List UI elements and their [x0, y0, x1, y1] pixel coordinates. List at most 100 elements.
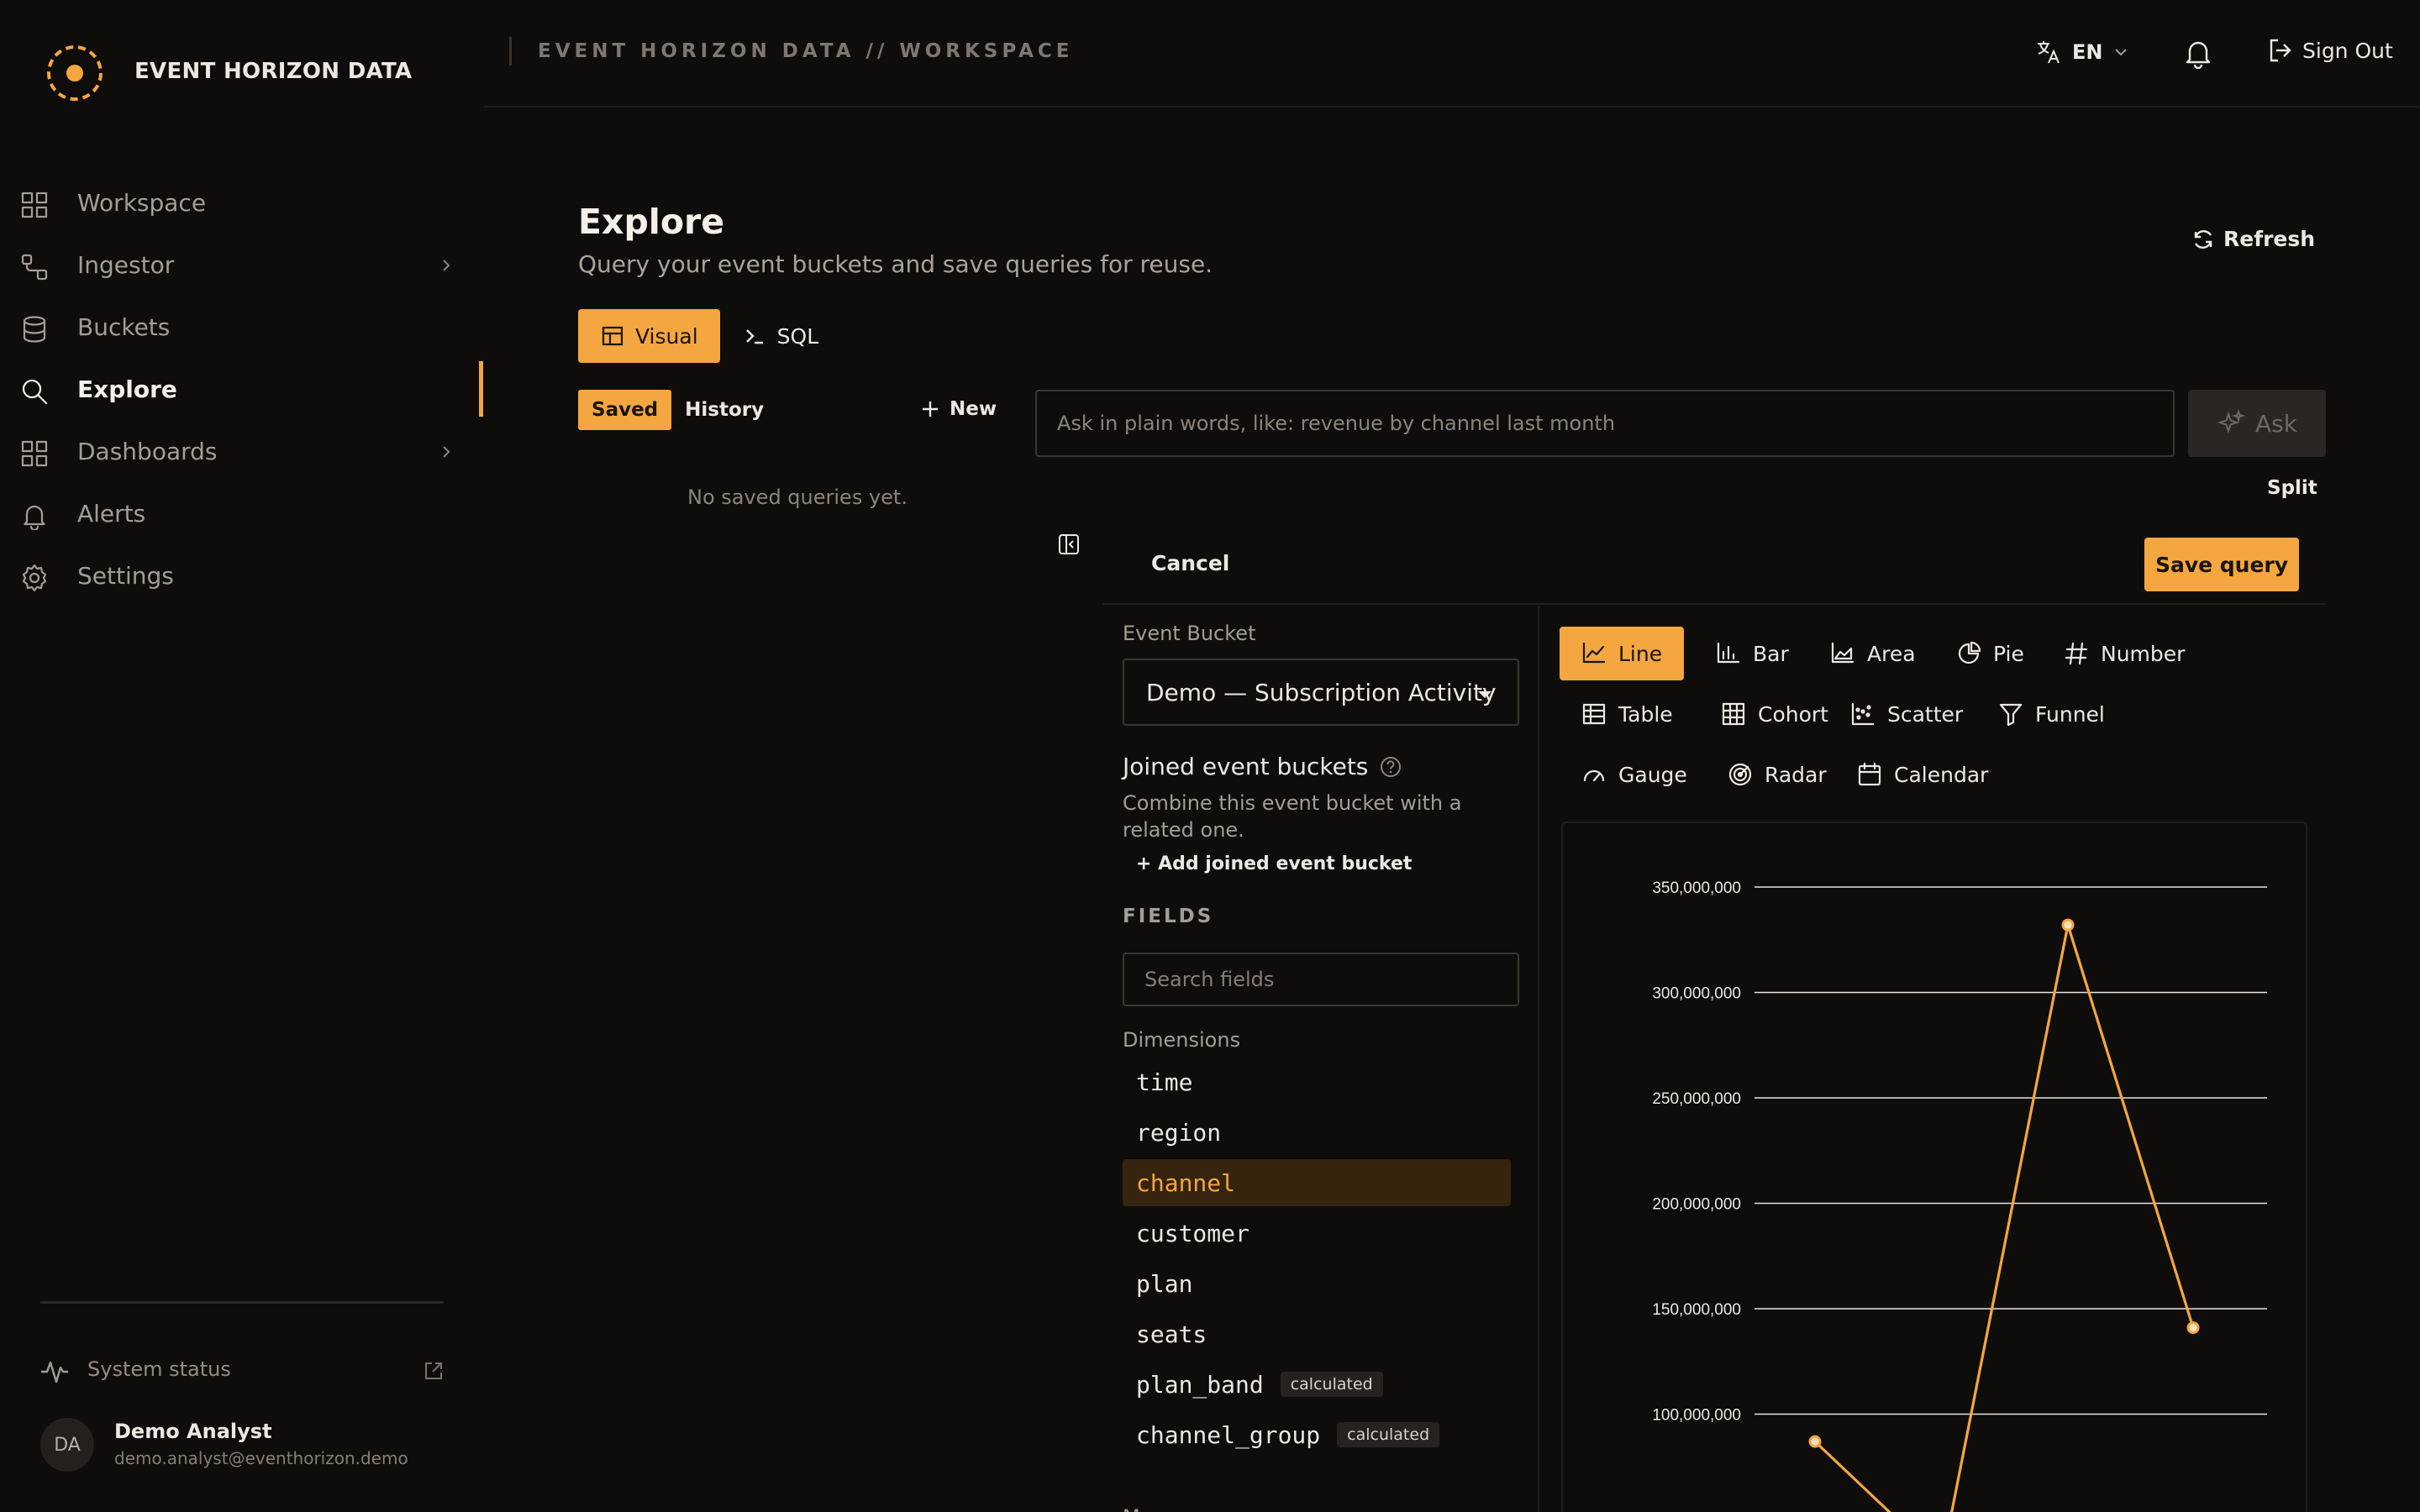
field-item[interactable]: seats [1123, 1310, 1511, 1357]
collapse-panel-icon[interactable] [1057, 533, 1081, 556]
data-point[interactable] [2061, 918, 2075, 932]
chart-type-label: Pie [1993, 641, 2024, 666]
brand-name[interactable]: EVENT HORIZON DATA [134, 59, 412, 84]
tab-saved[interactable]: Saved [578, 390, 672, 430]
chart-type-funnel[interactable]: Funnel [1976, 687, 2127, 741]
chart-type-cohort[interactable]: Cohort [1699, 687, 1850, 741]
field-name: plan_band [1136, 1370, 1264, 1399]
tab-visual[interactable]: Visual [578, 309, 720, 363]
data-point[interactable] [1808, 1435, 1822, 1448]
search-fields-input[interactable] [1123, 953, 1519, 1006]
field-name: seats [1136, 1320, 1207, 1348]
field-item[interactable]: customer [1123, 1210, 1511, 1257]
builder-divider [1538, 606, 1539, 1512]
sidebar-item-buckets[interactable]: Buckets [0, 296, 484, 358]
sidebar-item-alerts[interactable]: Alerts [0, 482, 484, 544]
tab-history[interactable]: History [671, 390, 777, 430]
tab-sql[interactable]: SQL [720, 309, 842, 363]
chart-type-bar[interactable]: Bar [1694, 627, 1811, 680]
joined-buckets-title: Joined event buckets [1123, 753, 1369, 780]
chart-type-pie[interactable]: Pie [1934, 627, 2046, 680]
field-name: region [1136, 1118, 1222, 1147]
chevron-right-icon [443, 446, 450, 458]
sidebar-item-label: Workspace [77, 189, 207, 217]
chart-type-scatter[interactable]: Scatter [1828, 687, 1985, 741]
sidebar-item-workspace[interactable]: Workspace [0, 171, 484, 234]
chart-type-label: Radar [1765, 762, 1827, 787]
sidebar-item-explore[interactable]: Explore [0, 358, 484, 420]
line-chart: 350,000,000 300,000,000 250,000,000 200,000… [1652, 879, 2267, 1512]
field-item[interactable]: region [1123, 1109, 1511, 1156]
chart-type-radar[interactable]: Radar [1706, 748, 1849, 801]
measures-heading: Measures [1123, 1505, 1219, 1512]
y-tick-label: 300,000,000 [1652, 985, 1741, 1003]
terminal-icon [745, 329, 763, 344]
field-item[interactable]: time [1123, 1058, 1511, 1105]
language-label: EN [2072, 40, 2103, 64]
chart-type-label: Scatter [1887, 701, 1964, 727]
sign-out-button[interactable]: Sign Out [2267, 37, 2393, 64]
add-joined-bucket-button[interactable]: + Add joined event bucket [1136, 853, 1412, 874]
user-profile[interactable]: DA Demo Analyst demo.analyst@eventhorizo… [40, 1416, 460, 1475]
sidebar-item-ingestor[interactable]: Ingestor [0, 234, 484, 296]
plus-icon [923, 402, 938, 417]
language-selector[interactable]: EN [2035, 39, 2129, 66]
bar-chart-icon [1717, 642, 1740, 664]
chart-type-line[interactable]: Line [1560, 627, 1685, 680]
refresh-button[interactable]: Refresh [2191, 227, 2315, 251]
chart-type-number[interactable]: Number [2042, 627, 2207, 680]
sparkle-icon [2217, 409, 2246, 434]
user-email: demo.analyst@eventhorizon.demo [114, 1448, 408, 1468]
sidebar-item-dashboards[interactable]: Dashboards [0, 420, 484, 482]
grid-icon [21, 192, 48, 218]
cohort-icon [1722, 702, 1745, 726]
event-bucket-select[interactable]: Demo — Subscription Activity [1123, 659, 1519, 726]
table-icon [602, 326, 623, 346]
field-name: channel [1136, 1168, 1236, 1197]
help-icon[interactable] [1380, 756, 1402, 778]
chevron-right-icon [443, 260, 450, 271]
event-bucket-label: Event Bucket [1123, 622, 1256, 645]
chart-type-gauge[interactable]: Gauge [1560, 748, 1709, 801]
translate-icon [2038, 41, 2060, 64]
chart-type-area[interactable]: Area [1808, 627, 1938, 680]
page-subtitle: Query your event buckets and save querie… [578, 250, 1213, 278]
notifications-bell-icon[interactable] [2183, 37, 2213, 69]
field-item[interactable]: channel_group calculated [1123, 1411, 1511, 1458]
chart-type-table[interactable]: Table [1560, 687, 1695, 741]
new-query-button[interactable]: New [921, 398, 997, 420]
cancel-button[interactable]: Cancel [1151, 551, 1229, 575]
new-query-label: New [950, 398, 997, 420]
brand-logo-icon [45, 44, 104, 102]
y-tick-label: 100,000,000 [1652, 1407, 1741, 1425]
ask-button[interactable]: Ask [2188, 390, 2326, 457]
sidebar-item-settings[interactable]: Settings [0, 544, 484, 606]
tab-sql-label: SQL [776, 323, 819, 349]
header-divider [509, 37, 512, 66]
chart-type-label: Line [1618, 641, 1663, 666]
save-query-button[interactable]: Save query [2144, 538, 2299, 591]
field-item[interactable]: plan_band calculated [1123, 1361, 1511, 1408]
sidebar: EVENT HORIZON DATA Workspace Ingestor Buck… [0, 0, 484, 1512]
y-tick-label: 150,000,000 [1652, 1301, 1741, 1319]
field-item[interactable]: plan [1123, 1260, 1511, 1307]
table-icon [1582, 703, 1606, 725]
split-toggle[interactable]: Split [2267, 477, 2317, 499]
radar-icon [1728, 763, 1752, 786]
sidebar-item-label: Dashboards [77, 438, 218, 465]
refresh-label: Refresh [2223, 227, 2316, 251]
chart-type-calendar[interactable]: Calendar [1835, 748, 2010, 801]
saved-history-tabs: Saved History [578, 390, 777, 430]
field-item[interactable]: channel [1123, 1159, 1511, 1206]
data-point[interactable] [2186, 1321, 2200, 1335]
ask-input[interactable] [1035, 390, 2175, 457]
funnel-icon [1999, 703, 2023, 727]
system-status-link[interactable]: System status [40, 1354, 447, 1388]
chart-type-label: Calendar [1894, 762, 1989, 787]
avatar: DA [40, 1418, 94, 1472]
builder-toolbar: Cancel Save query [1102, 521, 2326, 605]
activity-icon [41, 1361, 68, 1383]
ask-label: Ask [2255, 409, 2297, 438]
sidebar-item-label: Buckets [77, 313, 171, 341]
chart-type-label: Gauge [1618, 762, 1687, 787]
